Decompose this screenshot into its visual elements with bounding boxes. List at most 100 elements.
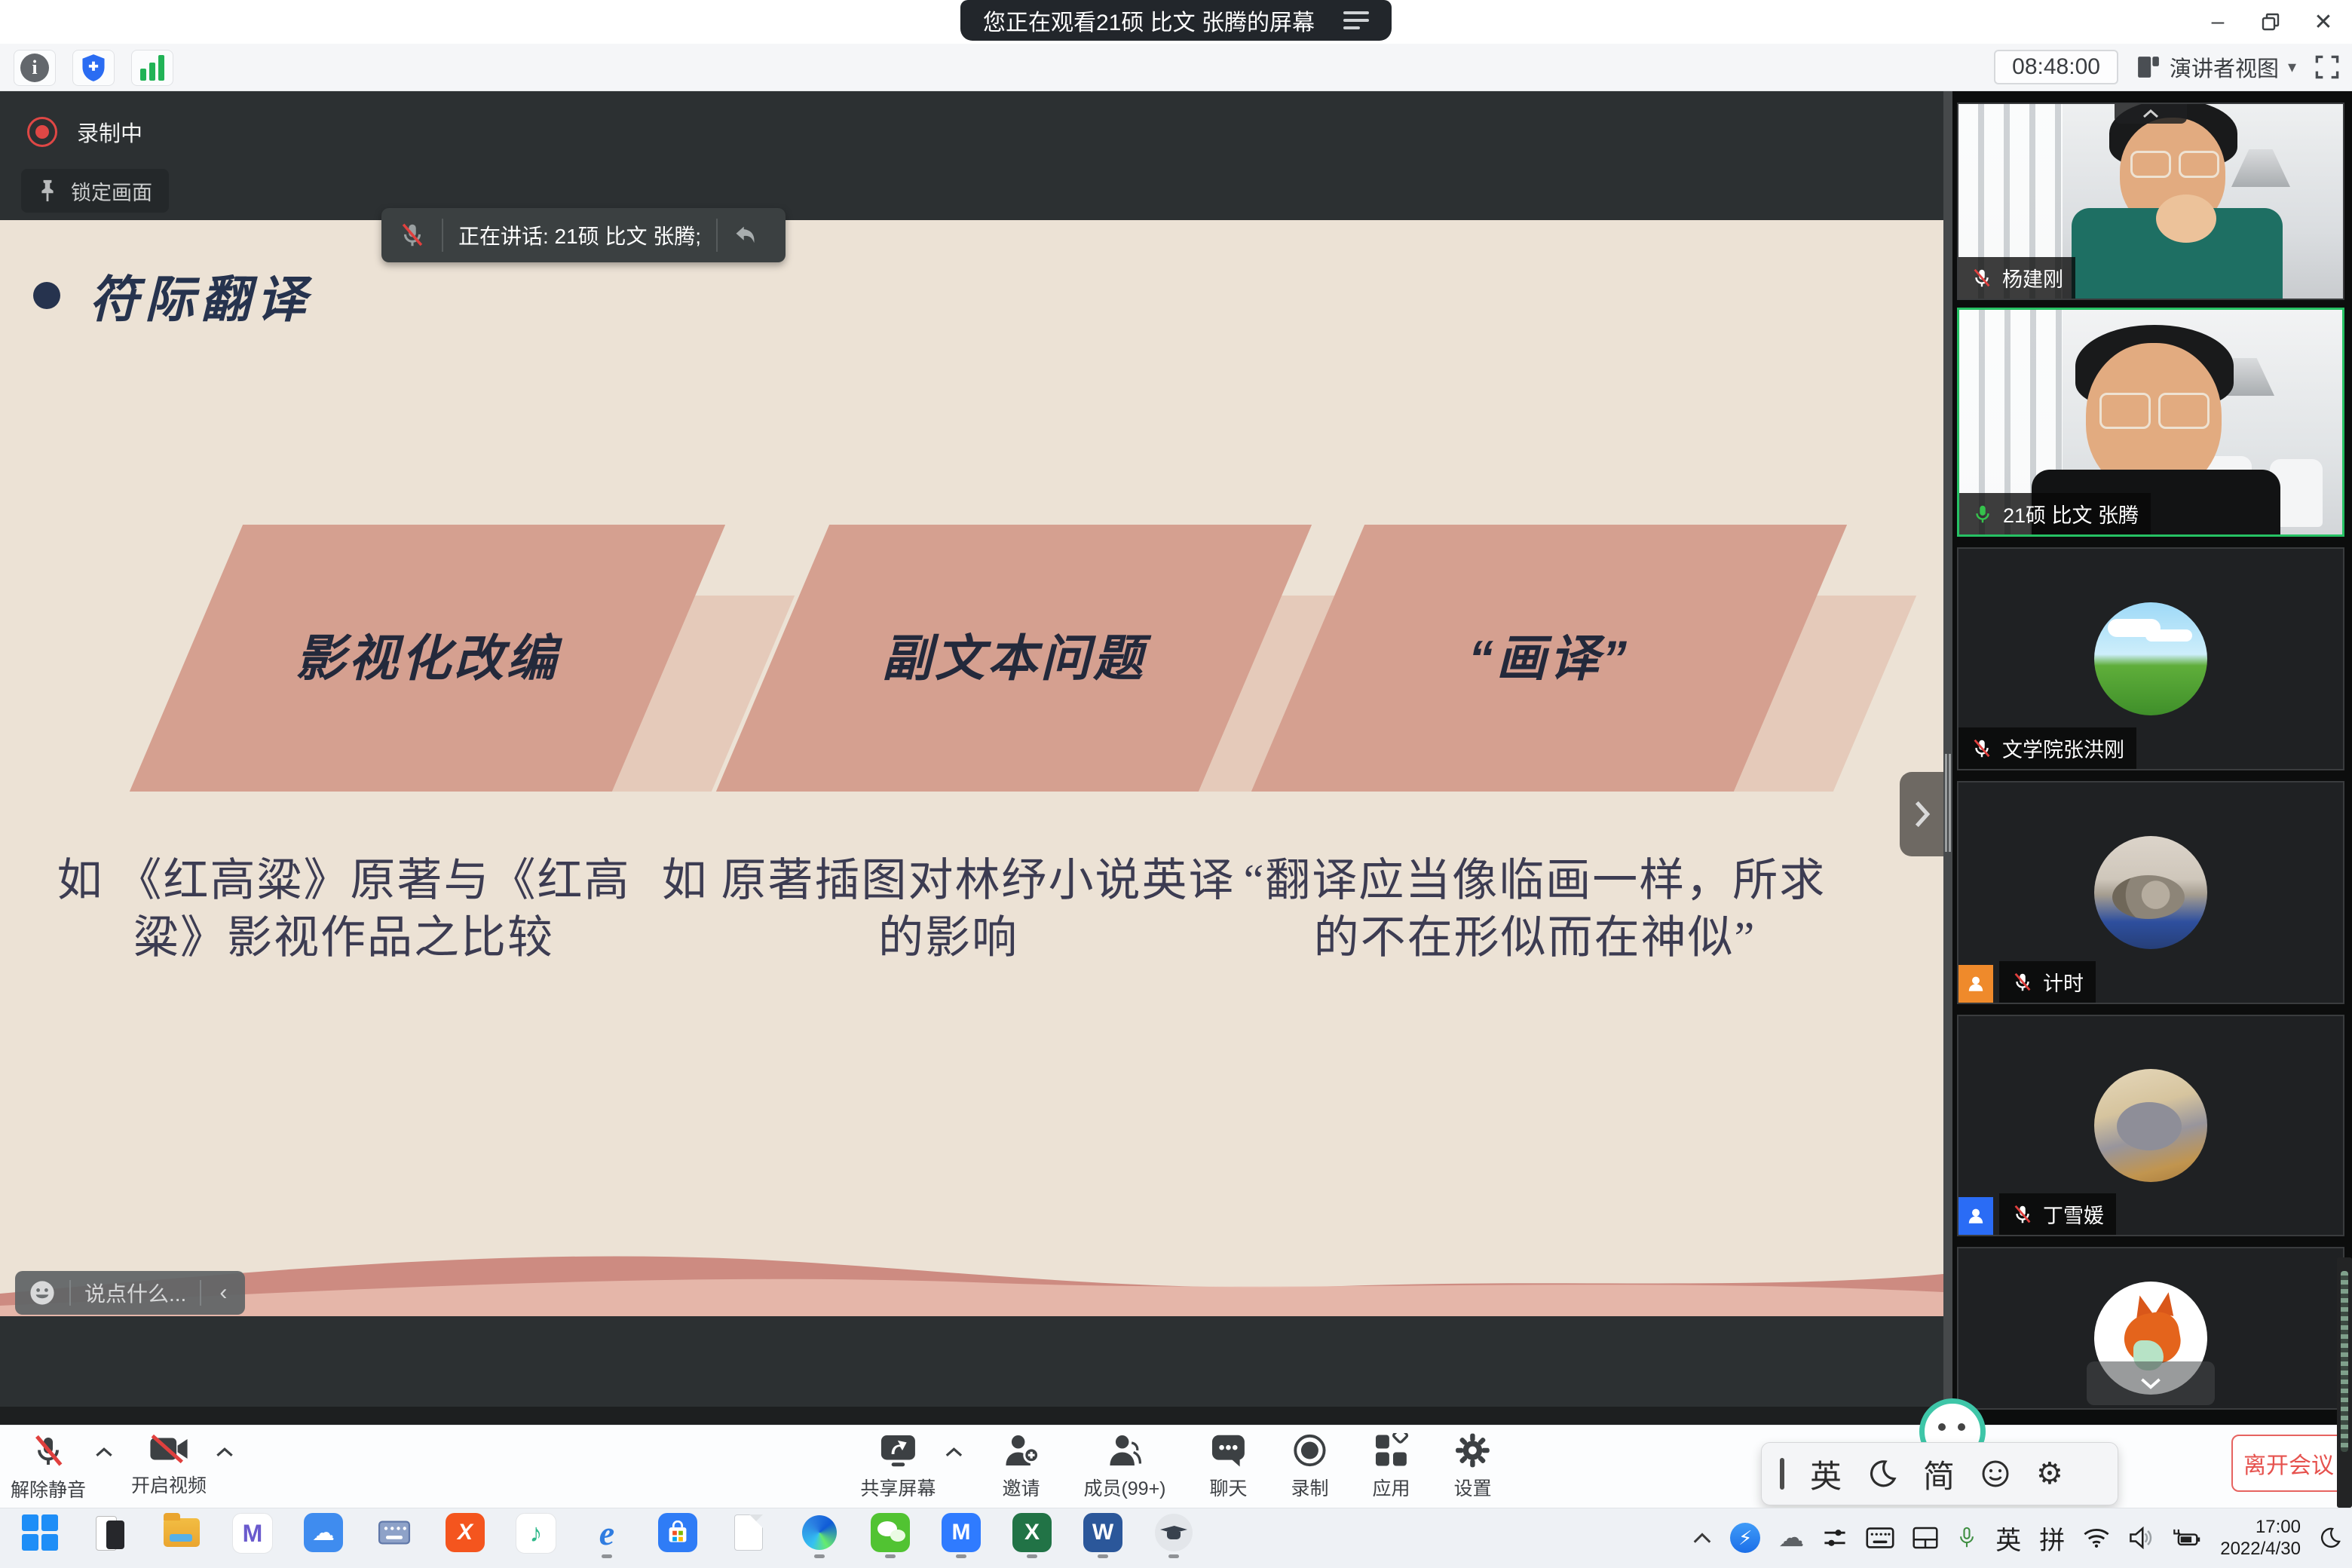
participant-nameplate: 杨建刚	[1958, 257, 2075, 299]
input-method-button[interactable]	[374, 1513, 415, 1560]
mic-muted-icon	[2011, 1203, 2034, 1226]
close-button[interactable]: ✕	[2302, 5, 2344, 38]
start-button[interactable]	[20, 1513, 60, 1560]
emoji-icon[interactable]	[29, 1279, 56, 1306]
moon-icon[interactable]	[1867, 1459, 1897, 1489]
share-screen-label: 共享屏幕	[860, 1474, 936, 1501]
tray-expand-button[interactable]	[1692, 1532, 1712, 1544]
app-x-button[interactable]: X	[445, 1513, 485, 1560]
lock-view-button[interactable]: 锁定画面	[21, 169, 169, 213]
learning-app-button[interactable]	[1153, 1513, 1194, 1560]
wechat-button[interactable]	[870, 1513, 911, 1560]
battery-icon[interactable]	[2172, 1527, 2202, 1549]
share-options-button[interactable]	[945, 1447, 963, 1458]
unmute-button[interactable]: 解除静音	[11, 1433, 86, 1502]
edge-browser-button[interactable]	[799, 1513, 840, 1560]
cloud-tray-icon[interactable]: ☁	[1778, 1523, 1804, 1553]
audio-mixer-icon[interactable]	[1822, 1525, 1848, 1551]
person-icon	[1966, 1206, 1986, 1226]
snap-layout-icon[interactable]	[1913, 1527, 1938, 1549]
apps-button[interactable]: 应用	[1373, 1433, 1410, 1501]
file-explorer-button[interactable]	[161, 1513, 202, 1560]
reply-arrow-icon[interactable]	[733, 224, 758, 247]
emoji-icon[interactable]	[1980, 1459, 2011, 1489]
touch-keyboard-icon[interactable]	[1866, 1527, 1894, 1549]
fullscreen-button[interactable]	[2314, 54, 2340, 80]
mic-muted-icon	[30, 1433, 66, 1469]
mic-options-button[interactable]	[95, 1447, 113, 1458]
participant-video-tile[interactable]	[1957, 1247, 2344, 1410]
start-video-button[interactable]: 开启视频	[131, 1433, 207, 1502]
cloud-drive-button[interactable]: ☁	[303, 1513, 344, 1560]
task-view-button[interactable]	[90, 1513, 131, 1560]
notepad-button[interactable]	[728, 1513, 769, 1560]
wifi-icon[interactable]	[2083, 1527, 2110, 1549]
panel-divider[interactable]	[1943, 90, 1952, 1425]
minimize-button[interactable]: –	[2197, 5, 2239, 38]
participant-nameplate: 文学院张洪刚	[1958, 727, 2136, 769]
video-options-button[interactable]	[216, 1447, 234, 1458]
view-mode-switch[interactable]: 演讲者视图 ▾	[2136, 51, 2296, 83]
taskbar-clock[interactable]: 17:00 2022/4/30	[2220, 1516, 2301, 1560]
sidebar-collapse-tab[interactable]	[1900, 772, 1943, 856]
participant-name: 计时	[2043, 967, 2084, 997]
participant-video-tile[interactable]: 文学院张洪刚	[1957, 547, 2344, 770]
restore-button[interactable]	[2249, 5, 2292, 38]
invite-button[interactable]: 邀请	[1002, 1433, 1040, 1501]
avatar	[2156, 194, 2216, 243]
thunder-tray-icon[interactable]: ⚡	[1730, 1523, 1760, 1553]
bullet-dot	[33, 282, 60, 309]
participant-nameplate: 21硕 比文 张腾	[1959, 493, 2151, 534]
ie-browser-button[interactable]: e	[586, 1513, 627, 1560]
network-quality-button[interactable]	[131, 50, 173, 86]
meeting-info-button[interactable]: i	[14, 50, 56, 86]
avatar	[2094, 1069, 2207, 1182]
members-button[interactable]: 成员(99+)	[1083, 1433, 1165, 1501]
collapse-videos-button[interactable]	[2115, 104, 2187, 124]
excel-button[interactable]: X	[1012, 1513, 1052, 1560]
ime-settings-icon[interactable]: ⚙	[2036, 1456, 2063, 1491]
language-mode-indicator[interactable]: 英	[1995, 1520, 2021, 1557]
meeting-app-button[interactable]: M	[941, 1513, 982, 1560]
microphone-tray-icon[interactable]	[1956, 1525, 1977, 1551]
chat-icon	[1211, 1433, 1247, 1468]
settings-button[interactable]: 设置	[1454, 1433, 1492, 1501]
share-screen-icon	[879, 1433, 917, 1468]
participant-video-tile[interactable]: 杨建刚	[1957, 103, 2344, 300]
security-button[interactable]	[72, 50, 115, 86]
ms-store-button[interactable]	[657, 1513, 698, 1560]
participant-nameplate: 计时	[1999, 961, 2096, 1003]
music-app-button[interactable]: ♪	[516, 1513, 556, 1560]
quick-chat-input[interactable]: 说点什么... ‹	[15, 1271, 245, 1315]
word-button[interactable]: W	[1083, 1513, 1123, 1560]
ime-mode-indicator[interactable]: 拼	[2039, 1520, 2065, 1557]
participant-video-tile[interactable]: 计时	[1957, 781, 2344, 1004]
collapse-chat-icon[interactable]: ‹	[215, 1280, 231, 1306]
participant-name: 丁雪媛	[2043, 1199, 2104, 1229]
banner-menu-icon[interactable]	[1337, 11, 1369, 29]
participant-video-tile[interactable]: 丁雪媛	[1957, 1015, 2344, 1236]
ime-toolbar: 英 简 ⚙	[1761, 1442, 2118, 1505]
share-screen-button[interactable]: 共享屏幕	[860, 1433, 936, 1501]
mic-on-icon	[1971, 503, 1994, 525]
speaking-label: 正在讲话: 21硕 比文 张腾;	[458, 220, 701, 250]
ime-language-toggle[interactable]: 英	[1810, 1451, 1842, 1497]
card-description: 如 原著插图对林纾小说英译的影响	[651, 852, 1246, 966]
record-button[interactable]: 录制	[1291, 1433, 1329, 1501]
scrollbar-thumb[interactable]	[2341, 1271, 2348, 1452]
volume-icon[interactable]	[2128, 1527, 2154, 1549]
app-m-button[interactable]: M	[232, 1513, 273, 1560]
keyboard-icon	[1866, 1527, 1894, 1549]
leave-meeting-button[interactable]: 离开会议	[2231, 1435, 2346, 1492]
lamp-decoration	[2231, 149, 2290, 187]
night-mode-icon[interactable]	[2319, 1527, 2341, 1549]
active-speaker-tile[interactable]: 21硕 比文 张腾	[1957, 308, 2344, 537]
watching-banner-text: 您正在观看21硕 比文 张腾的屏幕	[983, 4, 1315, 37]
scroll-participants-button[interactable]	[2087, 1361, 2215, 1405]
participant-nameplate: 丁雪媛	[1999, 1193, 2116, 1235]
ime-charset-toggle[interactable]: 简	[1923, 1451, 1955, 1497]
sidebar-scrollbar[interactable]	[2337, 1257, 2352, 1508]
members-label: 成员(99+)	[1083, 1474, 1165, 1501]
mic-muted-icon	[398, 221, 427, 250]
chat-button[interactable]: 聊天	[1210, 1433, 1248, 1501]
